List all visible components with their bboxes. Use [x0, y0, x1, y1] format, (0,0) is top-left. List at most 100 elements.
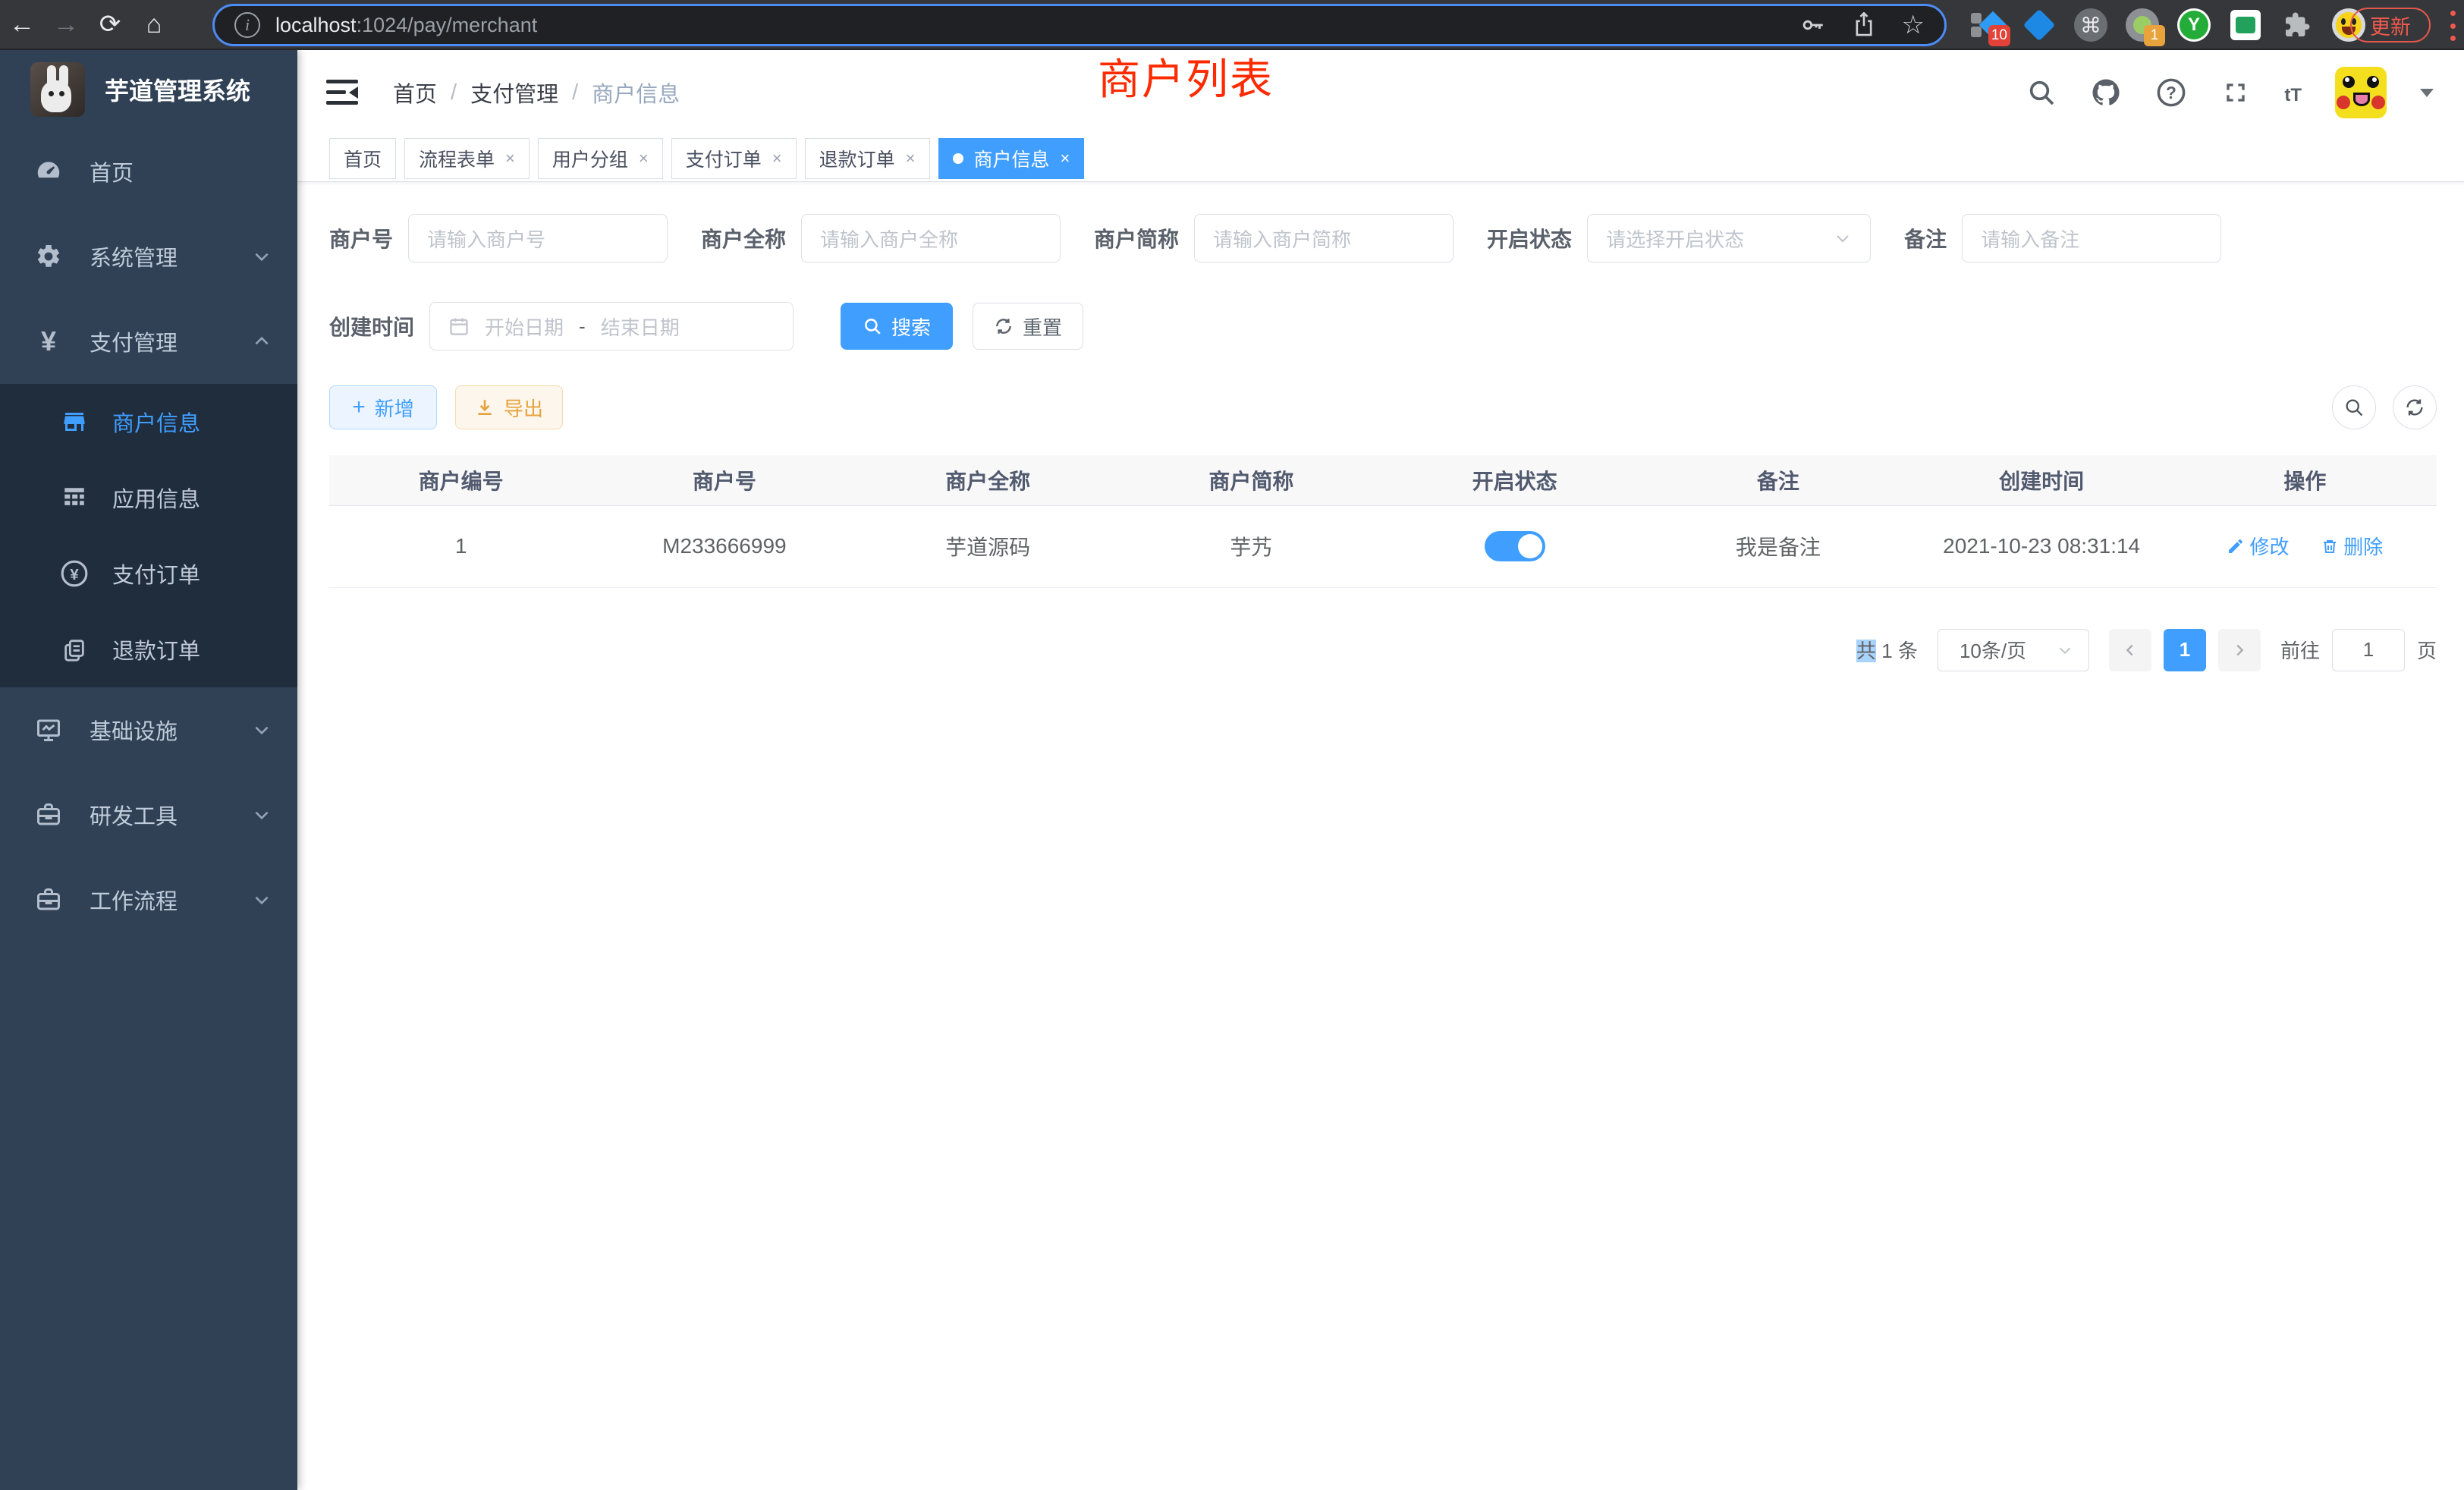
ext-tabs-icon[interactable]: 10 [1971, 8, 2004, 42]
tab-pay-order[interactable]: 支付订单× [671, 138, 797, 179]
svg-text:?: ? [2166, 83, 2176, 102]
col-merchant-no: 商户号 [592, 455, 856, 505]
sidebar-fold-icon[interactable] [326, 80, 358, 105]
col-remark: 备注 [1646, 455, 1909, 505]
tab-home[interactable]: 首页 [329, 138, 396, 179]
fullscreen-icon[interactable] [2220, 77, 2251, 108]
app-logo[interactable]: 芋道管理系统 [0, 50, 297, 129]
tab-refund-order[interactable]: 退款订单× [805, 138, 930, 179]
close-icon[interactable]: × [772, 149, 782, 168]
merchant-full-name-input[interactable]: 请输入商户全称 [801, 214, 1061, 262]
filter-row-1: 商户号 请输入商户号 商户全称 请输入商户全称 商户简称 请输入商户简称 开启状… [329, 214, 2437, 262]
edit-button[interactable]: 修改 [2227, 532, 2289, 560]
status-toggle[interactable] [1485, 531, 1545, 561]
page-size-select[interactable]: 10条/页 [1938, 629, 2089, 671]
goto-page-input[interactable]: 1 [2332, 629, 2405, 671]
grid-icon [59, 483, 90, 513]
toggle-search-button[interactable] [2332, 385, 2376, 429]
user-avatar[interactable] [2335, 67, 2387, 118]
chevron-down-icon [252, 890, 272, 910]
store-icon [59, 407, 90, 437]
sidebar-item-app-info[interactable]: 应用信息 [0, 460, 297, 536]
browser-home-icon[interactable]: ⌂ [132, 10, 176, 39]
help-icon[interactable]: ? [2155, 77, 2187, 108]
browser-reload-icon[interactable]: ⟳ [88, 9, 132, 39]
reset-button[interactable]: 重置 [973, 303, 1083, 350]
sidebar-item-label: 基础设施 [90, 714, 178, 746]
tab-flow-form[interactable]: 流程表单× [404, 138, 530, 179]
app-header: 首页 / 支付管理 / 商户信息 ? tT [297, 50, 2464, 135]
close-icon[interactable]: × [906, 149, 916, 168]
browser-update-button[interactable]: 更新 [2350, 8, 2431, 42]
chevron-down-icon [1834, 229, 1852, 247]
sidebar-item-system[interactable]: 系统管理 [0, 214, 297, 299]
header-search-icon[interactable] [2026, 77, 2057, 108]
monitor-chart-icon [33, 715, 64, 745]
extensions-strip: 10 ⌘ 1 Y [1971, 0, 2365, 50]
breadcrumb-payment[interactable]: 支付管理 [470, 77, 558, 108]
col-actions: 操作 [2173, 455, 2437, 505]
ext-chat-icon[interactable] [2229, 8, 2262, 42]
plus-icon: + [352, 396, 366, 419]
tab-user-group[interactable]: 用户分组× [538, 138, 663, 179]
sidebar-item-infrastructure[interactable]: 基础设施 [0, 687, 297, 772]
font-size-icon[interactable]: tT [2284, 78, 2302, 108]
close-icon[interactable]: × [639, 149, 649, 168]
dashboard-icon [33, 156, 64, 187]
sidebar-item-refund-order[interactable]: 退款订单 [0, 611, 297, 687]
merchant-no-input[interactable]: 请输入商户号 [408, 214, 668, 262]
page-number-1[interactable]: 1 [2164, 629, 2206, 671]
bookmark-star-icon[interactable]: ☆ [1902, 10, 1925, 40]
status-select[interactable]: 请选择开启状态 [1587, 214, 1871, 262]
pagination: 共 1 条 10条/页 1 [329, 629, 2437, 671]
sidebar-item-payment[interactable]: ¥ 支付管理 [0, 299, 297, 384]
export-button[interactable]: 导出 [455, 385, 563, 429]
share-icon[interactable] [1852, 12, 1876, 38]
table-toolbar: + 新增 导出 [329, 385, 2437, 429]
sidebar-item-dev-tools[interactable]: 研发工具 [0, 772, 297, 857]
tab-merchant-info[interactable]: 商户信息× [938, 138, 1085, 179]
refresh-button[interactable] [2393, 385, 2437, 429]
logo-rabbit-image [30, 62, 85, 117]
merchant-no-label: 商户号 [329, 223, 393, 253]
add-button[interactable]: + 新增 [329, 385, 437, 429]
remark-input[interactable]: 请输入备注 [1962, 214, 2221, 262]
browser-menu-icon[interactable] [2449, 11, 2456, 41]
col-short-name: 商户简称 [1120, 455, 1383, 505]
address-bar[interactable]: i localhost:1024/pay/merchant ☆ [212, 4, 1947, 46]
github-icon[interactable] [2090, 77, 2122, 108]
search-button[interactable]: 搜索 [841, 303, 953, 350]
documents-icon [59, 634, 90, 665]
chevron-down-icon [252, 720, 272, 740]
browser-forward-icon[interactable]: → [44, 10, 88, 39]
sidebar-item-pay-order[interactable]: ¥ 支付订单 [0, 536, 297, 611]
main-area: 商户列表 首页 / 支付管理 / 商户信息 ? [297, 50, 2464, 1490]
create-time-label: 创建时间 [329, 311, 414, 341]
prev-page-button[interactable] [2109, 629, 2151, 671]
ext-yudao-icon[interactable]: Y [2177, 8, 2211, 42]
next-page-button[interactable] [2218, 629, 2261, 671]
cell-create-time: 2021-10-23 08:31:14 [1910, 505, 2173, 587]
remark-label: 备注 [1904, 223, 1947, 253]
breadcrumb-home[interactable]: 首页 [393, 77, 437, 108]
extensions-puzzle-icon[interactable] [2280, 8, 2314, 42]
ext-kite-icon[interactable] [2022, 8, 2056, 42]
sidebar-item-merchant-info[interactable]: 商户信息 [0, 384, 297, 460]
ext-proxy-icon[interactable]: 1 [2126, 8, 2159, 42]
sidebar-item-home[interactable]: 首页 [0, 129, 297, 214]
user-menu-caret-icon[interactable] [2420, 89, 2434, 97]
calendar-icon [448, 316, 470, 337]
sidebar-item-label: 研发工具 [90, 799, 178, 831]
password-key-icon[interactable] [1800, 12, 1826, 38]
ext-command-icon[interactable]: ⌘ [2074, 8, 2107, 42]
merchant-short-name-input[interactable]: 请输入商户简称 [1194, 214, 1454, 262]
browser-toolbar: ← → ⟳ ⌂ i localhost:1024/pay/merchant ☆ [0, 0, 2464, 50]
site-info-icon[interactable]: i [234, 12, 260, 38]
close-icon[interactable]: × [1061, 149, 1070, 168]
sidebar-item-workflow[interactable]: 工作流程 [0, 857, 297, 942]
delete-button[interactable]: 删除 [2321, 532, 2383, 560]
table-row: 1 M233666999 芋道源码 芋艿 我是备注 2021-10-23 08:… [329, 505, 2437, 587]
create-time-range-picker[interactable]: 开始日期 - 结束日期 [429, 302, 794, 350]
browser-back-icon[interactable]: ← [0, 10, 44, 39]
close-icon[interactable]: × [505, 149, 515, 168]
